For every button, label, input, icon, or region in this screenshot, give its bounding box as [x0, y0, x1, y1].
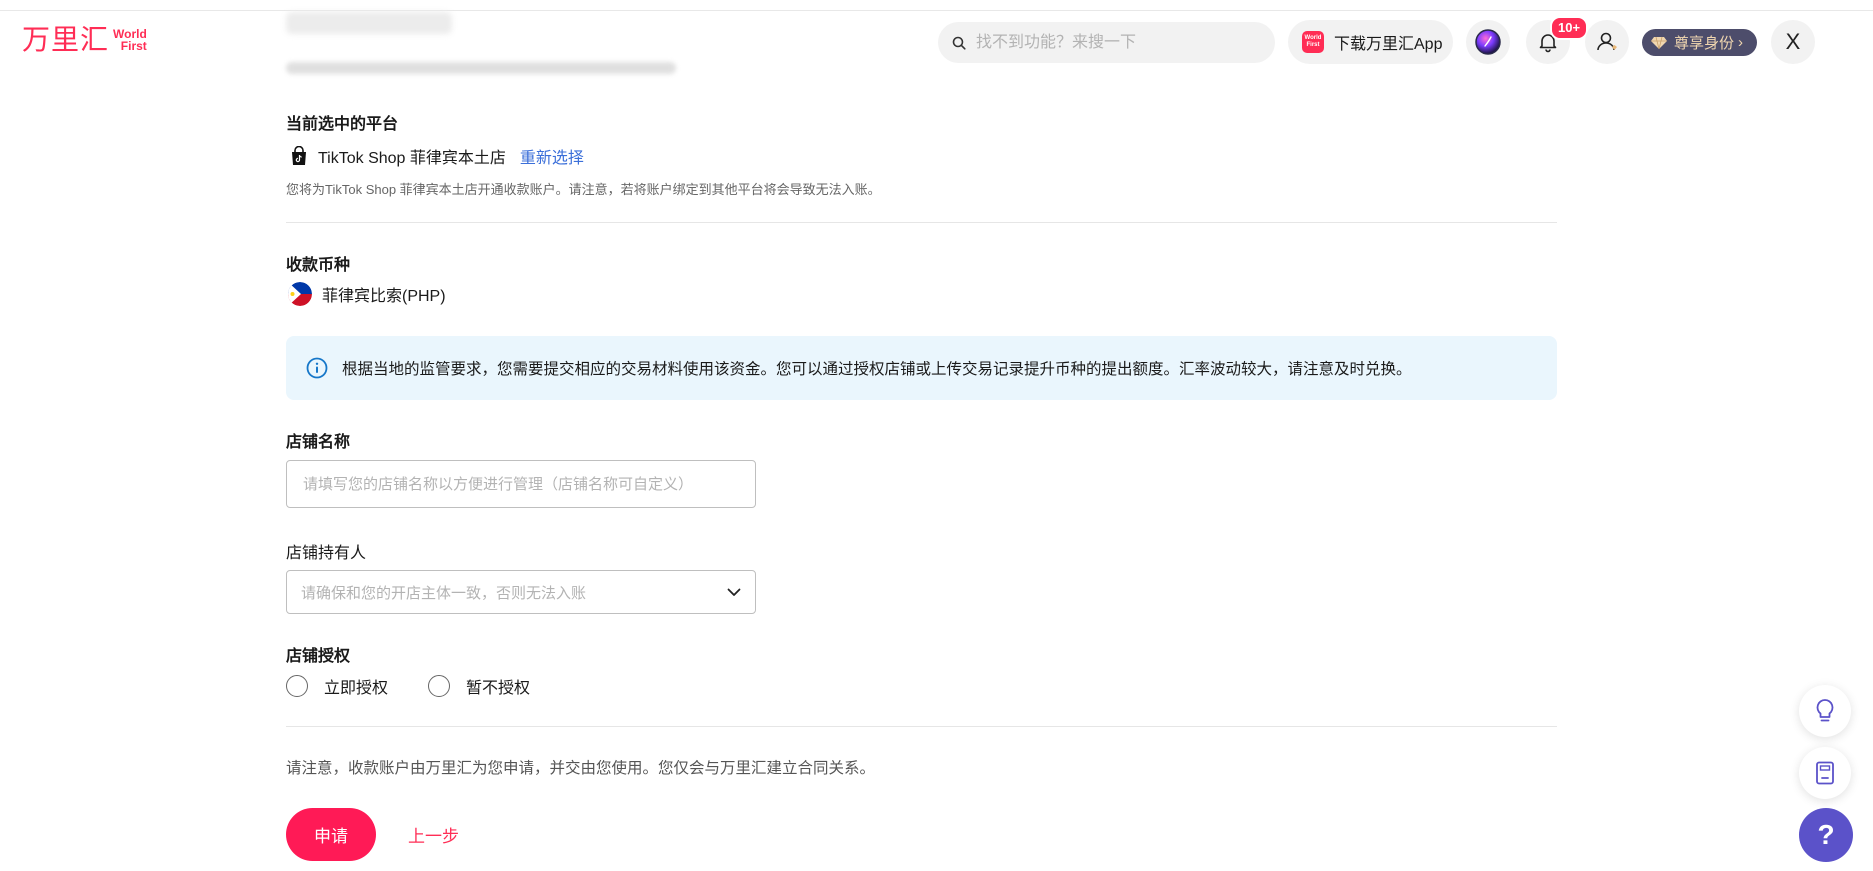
app-icon-line2: First: [1306, 42, 1320, 48]
contract-note: 请注意，收款账户由万里汇为您申请，并交由您使用。您仅会与万里汇建立合同关系。: [286, 760, 876, 777]
store-name-field[interactable]: [286, 460, 756, 508]
vip-label: 尊享身份: [1674, 35, 1735, 52]
top-bar: 万里汇 World First World First 下载万里汇App: [0, 0, 1873, 84]
info-text: 根据当地的监管要求，您需要提交相应的交易材料使用该资金。您可以通过授权店铺或上传…: [342, 361, 1412, 378]
lightbulb-icon: [1816, 699, 1834, 722]
tiktok-shop-icon: [292, 146, 306, 165]
top-divider: [0, 10, 1873, 11]
previous-step-link[interactable]: 上一步: [408, 822, 459, 847]
help-button[interactable]: ?: [1799, 808, 1853, 862]
logo-chinese-text: 万里汇: [22, 24, 110, 55]
logo-english-text: World First: [113, 28, 147, 52]
radio-label-authorize-now: 立即授权: [324, 680, 389, 697]
philippines-flag-icon: [288, 282, 312, 306]
logo-en-line2: First: [120, 39, 147, 53]
search-box[interactable]: [938, 22, 1275, 63]
question-mark-icon: ?: [1817, 819, 1835, 850]
vip-status-button[interactable]: 尊享身份 ›: [1642, 29, 1757, 56]
form-divider: [286, 726, 1557, 727]
close-icon: X: [1785, 29, 1801, 54]
calculator-icon: [1816, 761, 1834, 785]
blurred-page-title: [286, 12, 452, 34]
radio-circle[interactable]: [286, 675, 308, 697]
currency-section-title: 收款币种: [286, 257, 351, 274]
calculator-button[interactable]: [1799, 747, 1851, 799]
user-icon: [1597, 32, 1617, 51]
blurred-subtitle: [286, 62, 676, 74]
world-first-logo[interactable]: 万里汇 World First: [22, 26, 147, 54]
chevron-right-icon: ›: [1738, 34, 1744, 51]
ai-assistant-button[interactable]: [1466, 20, 1510, 64]
chevron-down-icon: [727, 588, 741, 596]
download-app-button[interactable]: World First 下载万里汇App: [1288, 20, 1453, 64]
store-name-label: 店铺名称: [286, 434, 351, 451]
notification-count-badge: 10+: [1550, 16, 1589, 40]
close-button[interactable]: X: [1771, 20, 1815, 64]
radio-circle[interactable]: [428, 675, 451, 697]
info-icon: [306, 357, 328, 379]
tips-button[interactable]: [1799, 685, 1851, 737]
regulatory-info-banner: 根据当地的监管要求，您需要提交相应的交易材料使用该资金。您可以通过授权店铺或上传…: [286, 336, 1557, 400]
store-auth-label: 店铺授权: [286, 648, 351, 665]
platform-shop-name: TikTok Shop 菲律宾本土店: [318, 150, 506, 167]
radio-label-authorize-later: 暂不授权: [466, 680, 531, 697]
app-icon-line1: World: [1304, 35, 1322, 41]
ai-orb-icon: [1475, 29, 1501, 55]
account-button[interactable]: [1585, 20, 1629, 64]
section-divider: [286, 222, 1557, 223]
store-holder-select[interactable]: 请确保和您的开店主体一致，否则无法入账: [286, 570, 756, 614]
selected-platform-row: TikTok Shop 菲律宾本土店 重新选择: [290, 144, 584, 168]
download-app-label: 下载万里汇App: [1334, 36, 1443, 53]
radio-authorize-now[interactable]: 立即授权: [286, 674, 388, 698]
reselect-platform-link[interactable]: 重新选择: [520, 144, 584, 168]
platform-note: 您将为TikTok Shop 菲律宾本土店开通收款账户。请注意，若将账户绑定到其…: [286, 182, 881, 197]
store-auth-radio-group: 立即授权 暂不授权: [286, 674, 570, 698]
apply-button[interactable]: 申请: [286, 808, 376, 861]
currency-row: 菲律宾比索(PHP): [288, 282, 446, 306]
store-name-input[interactable]: [301, 474, 745, 494]
world-first-app-icon: World First: [1302, 31, 1324, 53]
search-icon: [952, 36, 966, 50]
platform-section-title: 当前选中的平台: [286, 116, 399, 133]
diamond-icon: [1651, 36, 1667, 49]
store-holder-placeholder: 请确保和您的开店主体一致，否则无法入账: [301, 584, 587, 602]
search-input[interactable]: [974, 32, 1258, 53]
radio-authorize-later[interactable]: 暂不授权: [428, 674, 530, 698]
currency-name: 菲律宾比索(PHP): [322, 288, 446, 305]
store-holder-label: 店铺持有人: [286, 545, 367, 562]
